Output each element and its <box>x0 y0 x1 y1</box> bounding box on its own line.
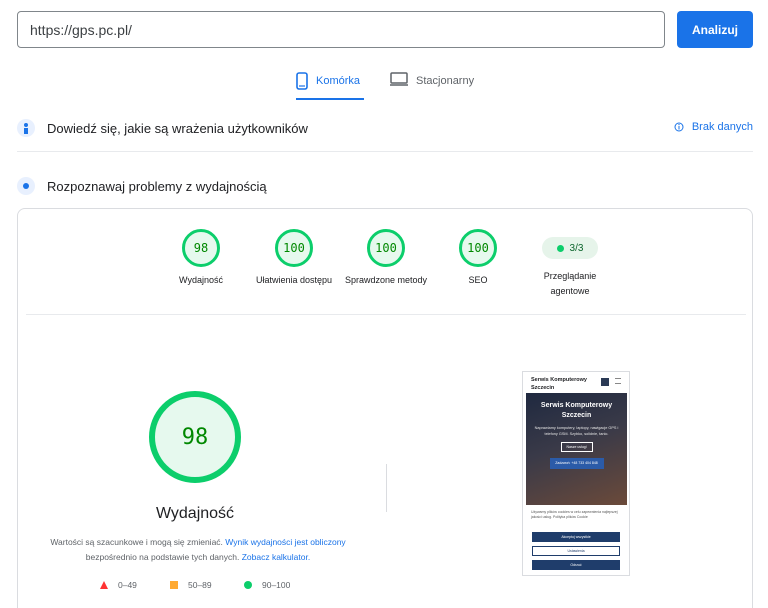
gauge-performance-label: Wydajność <box>179 275 223 285</box>
preview-hero-subtitle: Naprawiamy komputery, laptopy, nawigacje… <box>534 426 619 436</box>
tab-desktop[interactable]: Stacjonarny <box>390 70 482 100</box>
gauge-agentic-browsing[interactable]: 3/3 Przeglądanie agentowe <box>524 229 616 299</box>
preview-accept-bar: Akceptuj wszystkie <box>532 532 620 542</box>
gauge-agentic-label: Przeglądanie agentowe <box>543 271 597 296</box>
legend-fail-label: 0–49 <box>118 580 137 590</box>
preview-call-button: Zadzwoń: +48 733 404 848 <box>549 458 604 469</box>
gauge-accessibility-label: Ułatwienia dostępu <box>255 275 333 285</box>
preview-cookie-text: Używamy plików cookies w celu zapewnieni… <box>531 510 618 519</box>
device-tabs: Komórka Stacjonarny <box>0 70 768 100</box>
preview-menu-icon <box>615 378 621 384</box>
gauge-accessibility[interactable]: 100 Ułatwienia dostępu <box>248 229 340 288</box>
tab-mobile-label: Komórka <box>316 75 361 87</box>
preview-settings-bar: Ustawienia <box>532 546 620 556</box>
gauge-accessibility-score: 100 <box>275 229 313 267</box>
legend-fail: 0–49 <box>100 580 137 590</box>
analyze-button[interactable]: Analizuj <box>677 11 753 48</box>
lab-data-title: Rozpoznawaj problemy z wydajnością <box>47 178 267 194</box>
tab-mobile[interactable]: Komórka <box>296 70 364 100</box>
legend-average-label: 50–89 <box>188 580 212 590</box>
url-input[interactable]: https://gps.pc.pl/ <box>17 11 665 48</box>
gauge-best-practices-label: Sprawdzone metody <box>344 275 428 285</box>
desc-text-1: Wartości są szacunkowe i mogą się zmieni… <box>50 537 226 547</box>
smartphone-icon <box>296 72 308 90</box>
score-gauges: 98 Wydajność 100 Ułatwienia dostępu 100 … <box>18 229 754 319</box>
gauge-best-practices-score: 100 <box>367 229 405 267</box>
lab-data-section: Rozpoznawaj problemy z wydajnością <box>17 171 753 201</box>
gauge-performance-score: 98 <box>182 229 220 267</box>
info-icon <box>674 122 684 132</box>
agentic-score: 3/3 <box>569 242 584 254</box>
tab-desktop-label: Stacjonarny <box>416 75 475 87</box>
performance-description: Wartości są szacunkowe i mogą się zmieni… <box>48 535 348 565</box>
score-legend: 0–49 50–89 90–100 <box>100 580 320 594</box>
gauge-seo[interactable]: 100 SEO <box>432 229 524 288</box>
results-panel: 98 Wydajność 100 Ułatwienia dostępu 100 … <box>17 208 753 608</box>
legend-average: 50–89 <box>170 580 212 590</box>
preview-reject-bar: Odrzuć <box>532 560 620 570</box>
agentic-pill: 3/3 <box>542 237 598 259</box>
vertical-separator <box>386 464 387 512</box>
gauge-seo-score: 100 <box>459 229 497 267</box>
no-data-link[interactable]: Brak danych <box>674 121 753 133</box>
legend-pass: 90–100 <box>244 580 290 590</box>
legend-pass-label: 90–100 <box>262 580 291 590</box>
preview-logo-icon <box>601 378 609 386</box>
gauge-best-practices[interactable]: 100 Sprawdzone metody <box>340 229 432 288</box>
desktop-icon <box>390 72 408 86</box>
no-data-label: Brak danych <box>691 121 753 133</box>
calculator-link[interactable]: Zobacz kalkulator. <box>242 552 311 562</box>
preview-services-button: Nasze usługi <box>560 442 593 452</box>
preview-hero: Serwis Komputerowy Szczecin Naprawiamy k… <box>526 393 627 505</box>
gauge-seo-label: SEO <box>468 275 488 285</box>
field-data-section: Dowiedź się, jakie są wrażenia użytkowni… <box>17 113 753 143</box>
lab-icon <box>17 177 35 195</box>
fail-triangle-icon <box>100 581 108 589</box>
performance-title: Wydajność <box>155 505 235 522</box>
section-divider <box>17 151 753 152</box>
preview-hero-title: Serwis Komputerowy Szczecin <box>540 402 613 419</box>
score-calc-link[interactable]: Wynik wydajności jest obliczony <box>225 537 345 547</box>
performance-big-gauge: 98 <box>149 391 241 483</box>
pass-circle-icon <box>244 581 252 589</box>
average-square-icon <box>170 581 178 589</box>
users-icon <box>17 119 35 137</box>
gauge-performance[interactable]: 98 Wydajność <box>155 229 247 288</box>
field-data-title: Dowiedź się, jakie są wrażenia użytkowni… <box>47 120 308 136</box>
panel-divider <box>26 314 746 315</box>
preview-header: Serwis Komputerowy Szczecin <box>531 377 587 391</box>
pass-dot-icon <box>556 244 564 252</box>
desc-text-2: bezpośrednio na podstawie tych danych. <box>85 552 242 562</box>
page-screenshot-thumbnail: Serwis Komputerowy Szczecin Serwis Kompu… <box>522 371 630 576</box>
